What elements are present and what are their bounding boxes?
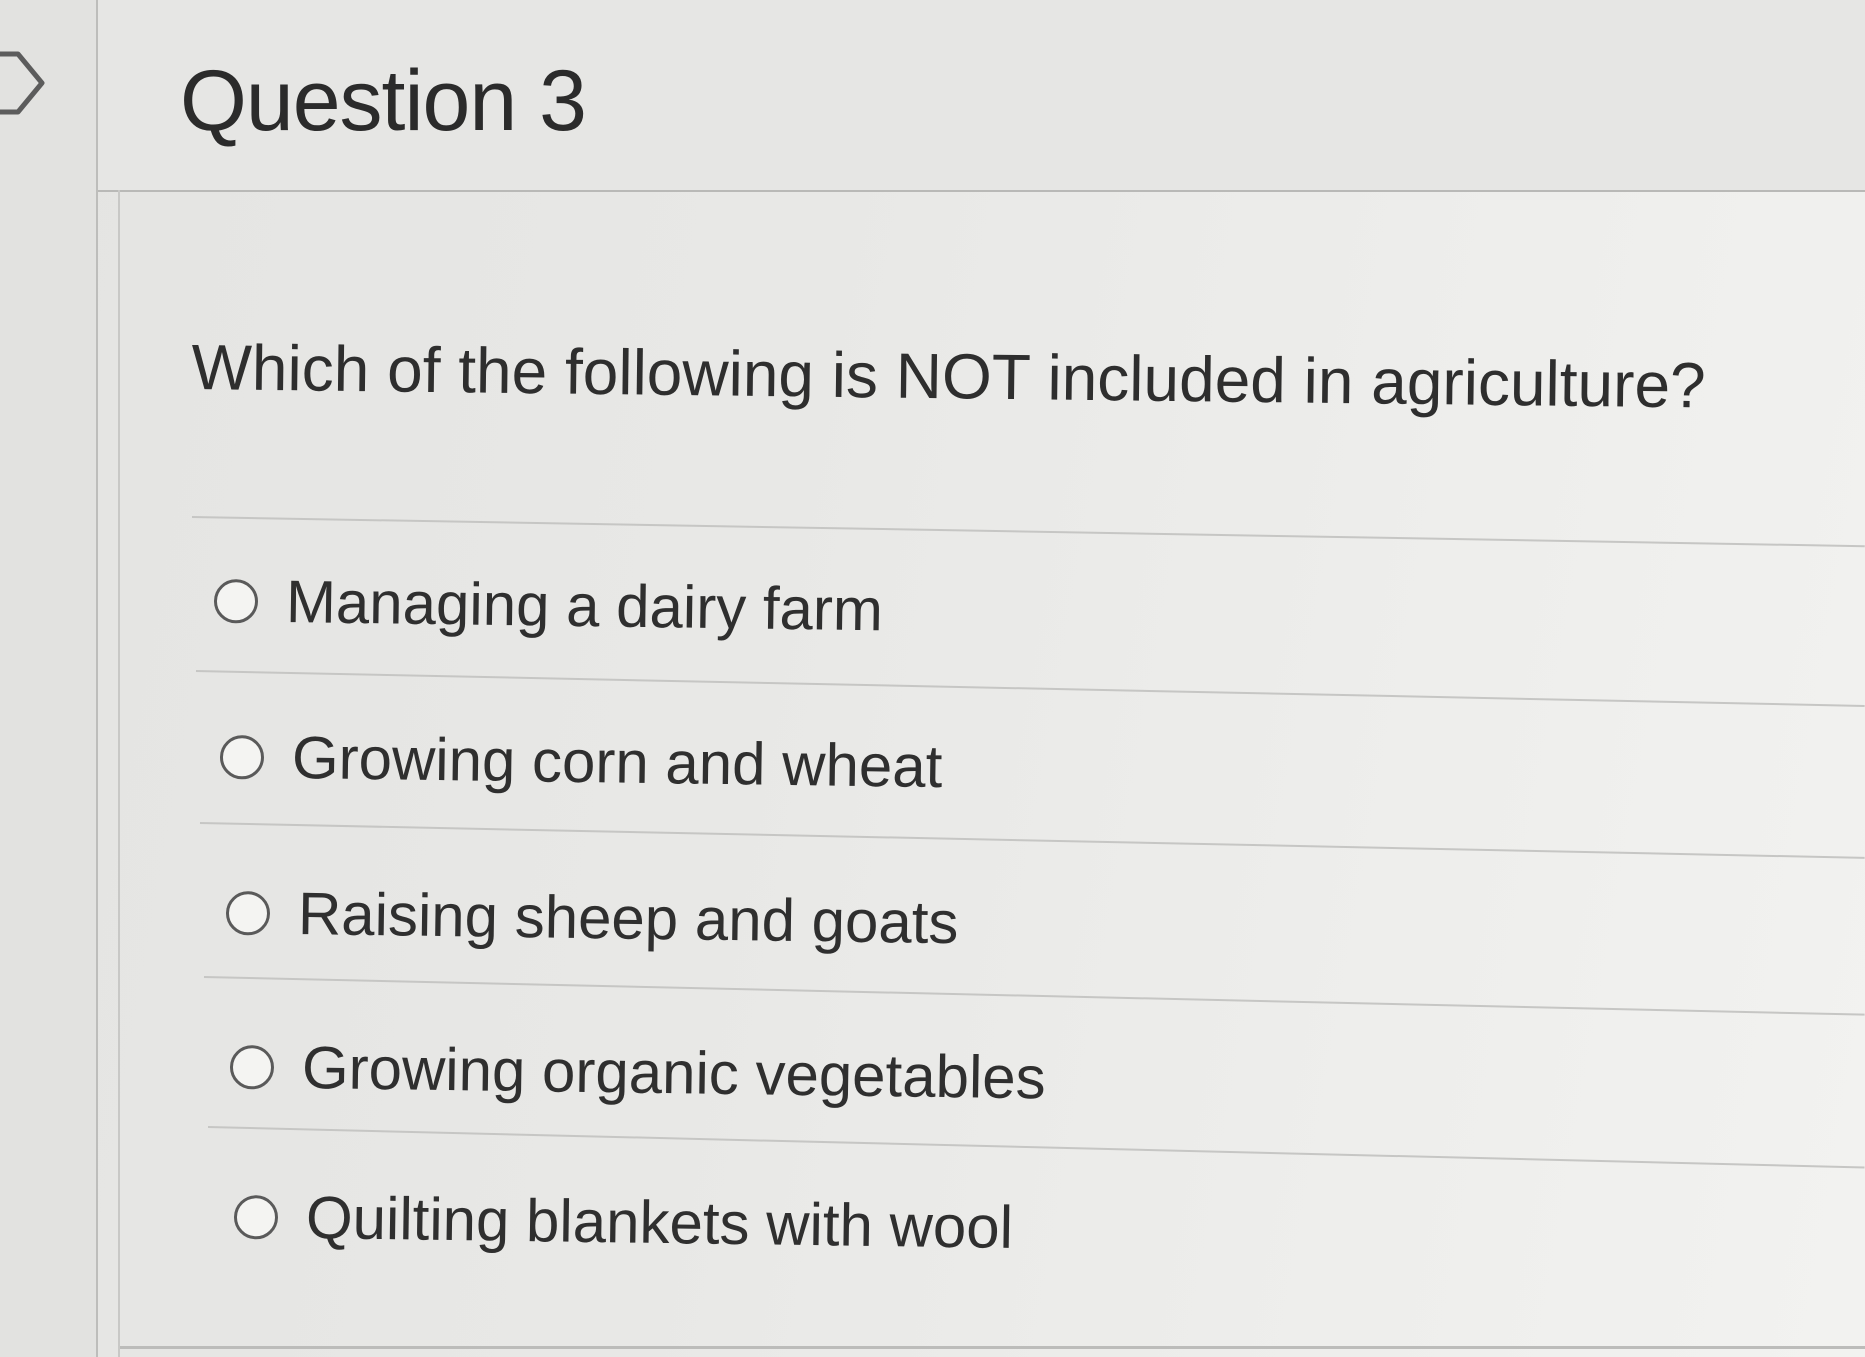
radio-button[interactable] (225, 890, 271, 936)
answer-option[interactable]: Raising sheep and goats (225, 878, 959, 957)
answer-option-label: Growing organic vegetables (301, 1034, 1047, 1112)
divider (191, 516, 1865, 548)
answer-option-label: Managing a dairy farm (285, 568, 884, 644)
answer-option-label: Growing corn and wheat (291, 724, 943, 801)
answer-option[interactable]: Growing organic vegetables (229, 1032, 1047, 1112)
answer-option-label: Raising sheep and goats (297, 880, 959, 957)
answer-option[interactable]: Quilting blankets with wool (233, 1182, 1014, 1262)
quiz-page: Question 3 Which of the following is NOT… (0, 0, 1865, 1357)
divider (195, 670, 1865, 707)
divider (199, 822, 1865, 859)
question-title: Question 3 (180, 53, 587, 149)
answer-option[interactable]: Managing a dairy farm (213, 566, 884, 644)
radio-button[interactable] (229, 1044, 275, 1090)
radio-button[interactable] (219, 734, 265, 780)
radio-button[interactable] (233, 1194, 279, 1240)
divider (203, 976, 1865, 1016)
chevron-right-icon[interactable] (0, 48, 48, 118)
divider (207, 1126, 1865, 1169)
question-prompt: Which of the following is NOT included i… (191, 330, 1707, 422)
answer-option-label: Quilting blankets with wool (305, 1184, 1014, 1261)
left-gutter (0, 0, 98, 1357)
bottom-border (120, 1346, 1865, 1349)
radio-button[interactable] (213, 578, 259, 624)
answer-option[interactable]: Growing corn and wheat (219, 722, 943, 801)
content-left-border (118, 190, 120, 1357)
